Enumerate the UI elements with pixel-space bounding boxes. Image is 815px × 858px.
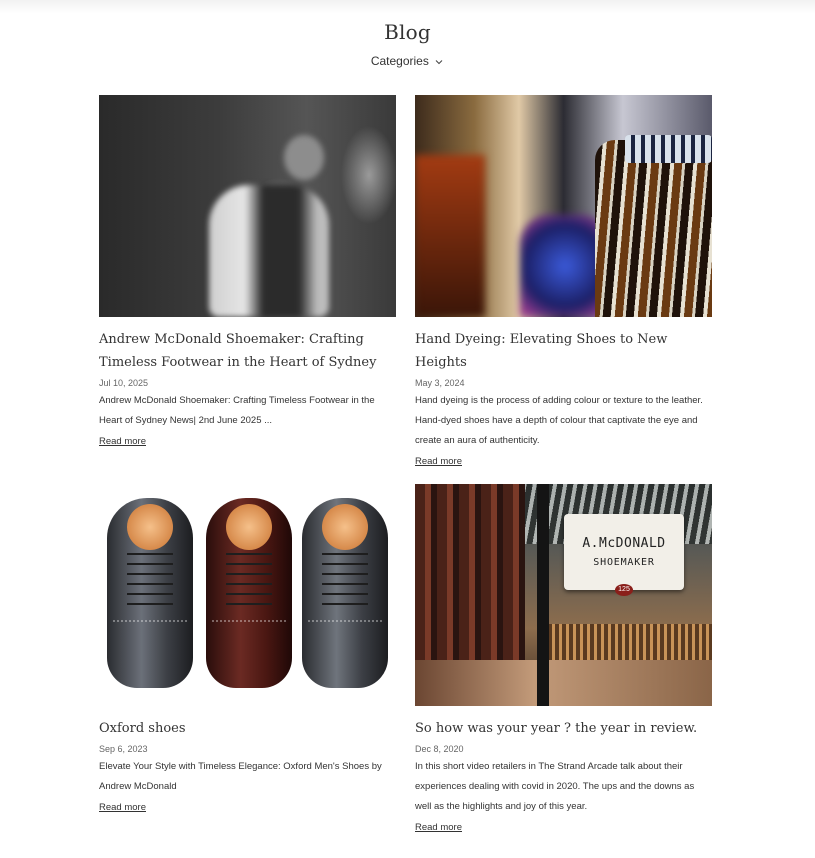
post-title[interactable]: Oxford shoes (99, 717, 396, 740)
page-title: Blog (384, 20, 431, 44)
top-bar-shadow (0, 0, 815, 14)
read-more-link[interactable]: Read more (415, 456, 462, 467)
blog-post-card: Oxford shoes Sep 6, 2023 Elevate Your St… (99, 484, 396, 815)
post-image[interactable]: A.McDONALD SHOEMAKER 125 (415, 484, 712, 706)
post-excerpt: In this short video retailers in The Str… (415, 761, 695, 812)
post-date: May 3, 2024 (415, 378, 465, 388)
post-title[interactable]: So how was your year ? the year in revie… (415, 717, 712, 740)
post-title[interactable]: Andrew McDonald Shoemaker: Crafting Time… (99, 328, 396, 374)
post-date: Sep 6, 2023 (99, 744, 148, 754)
blog-post-card: Andrew McDonald Shoemaker: Crafting Time… (99, 95, 396, 449)
categories-label: Categories (370, 54, 429, 68)
post-image[interactable] (99, 484, 396, 706)
shop-sign: A.McDONALD SHOEMAKER (564, 514, 684, 590)
read-more-link[interactable]: Read more (415, 822, 462, 833)
chevron-down-icon (435, 59, 443, 65)
read-more-link[interactable]: Read more (99, 802, 146, 813)
blog-post-card: Hand Dyeing: Elevating Shoes to New Heig… (415, 95, 712, 469)
sign-line-1: A.McDONALD (582, 536, 666, 551)
sign-number: 125 (615, 584, 633, 596)
post-image[interactable] (99, 95, 396, 317)
read-more-link[interactable]: Read more (99, 436, 146, 447)
post-date: Dec 8, 2020 (415, 744, 464, 754)
post-image[interactable] (415, 95, 712, 317)
post-excerpt: Elevate Your Style with Timeless Eleganc… (99, 761, 382, 792)
post-excerpt: Andrew McDonald Shoemaker: Crafting Time… (99, 395, 375, 426)
blog-post-card: A.McDONALD SHOEMAKER 125 So how was your… (415, 484, 712, 835)
categories-dropdown[interactable]: Categories (0, 54, 815, 68)
post-date: Jul 10, 2025 (99, 378, 149, 388)
post-title[interactable]: Hand Dyeing: Elevating Shoes to New Heig… (415, 328, 712, 374)
post-excerpt: Hand dyeing is the process of adding col… (415, 395, 703, 446)
sign-line-2: SHOEMAKER (593, 557, 655, 568)
